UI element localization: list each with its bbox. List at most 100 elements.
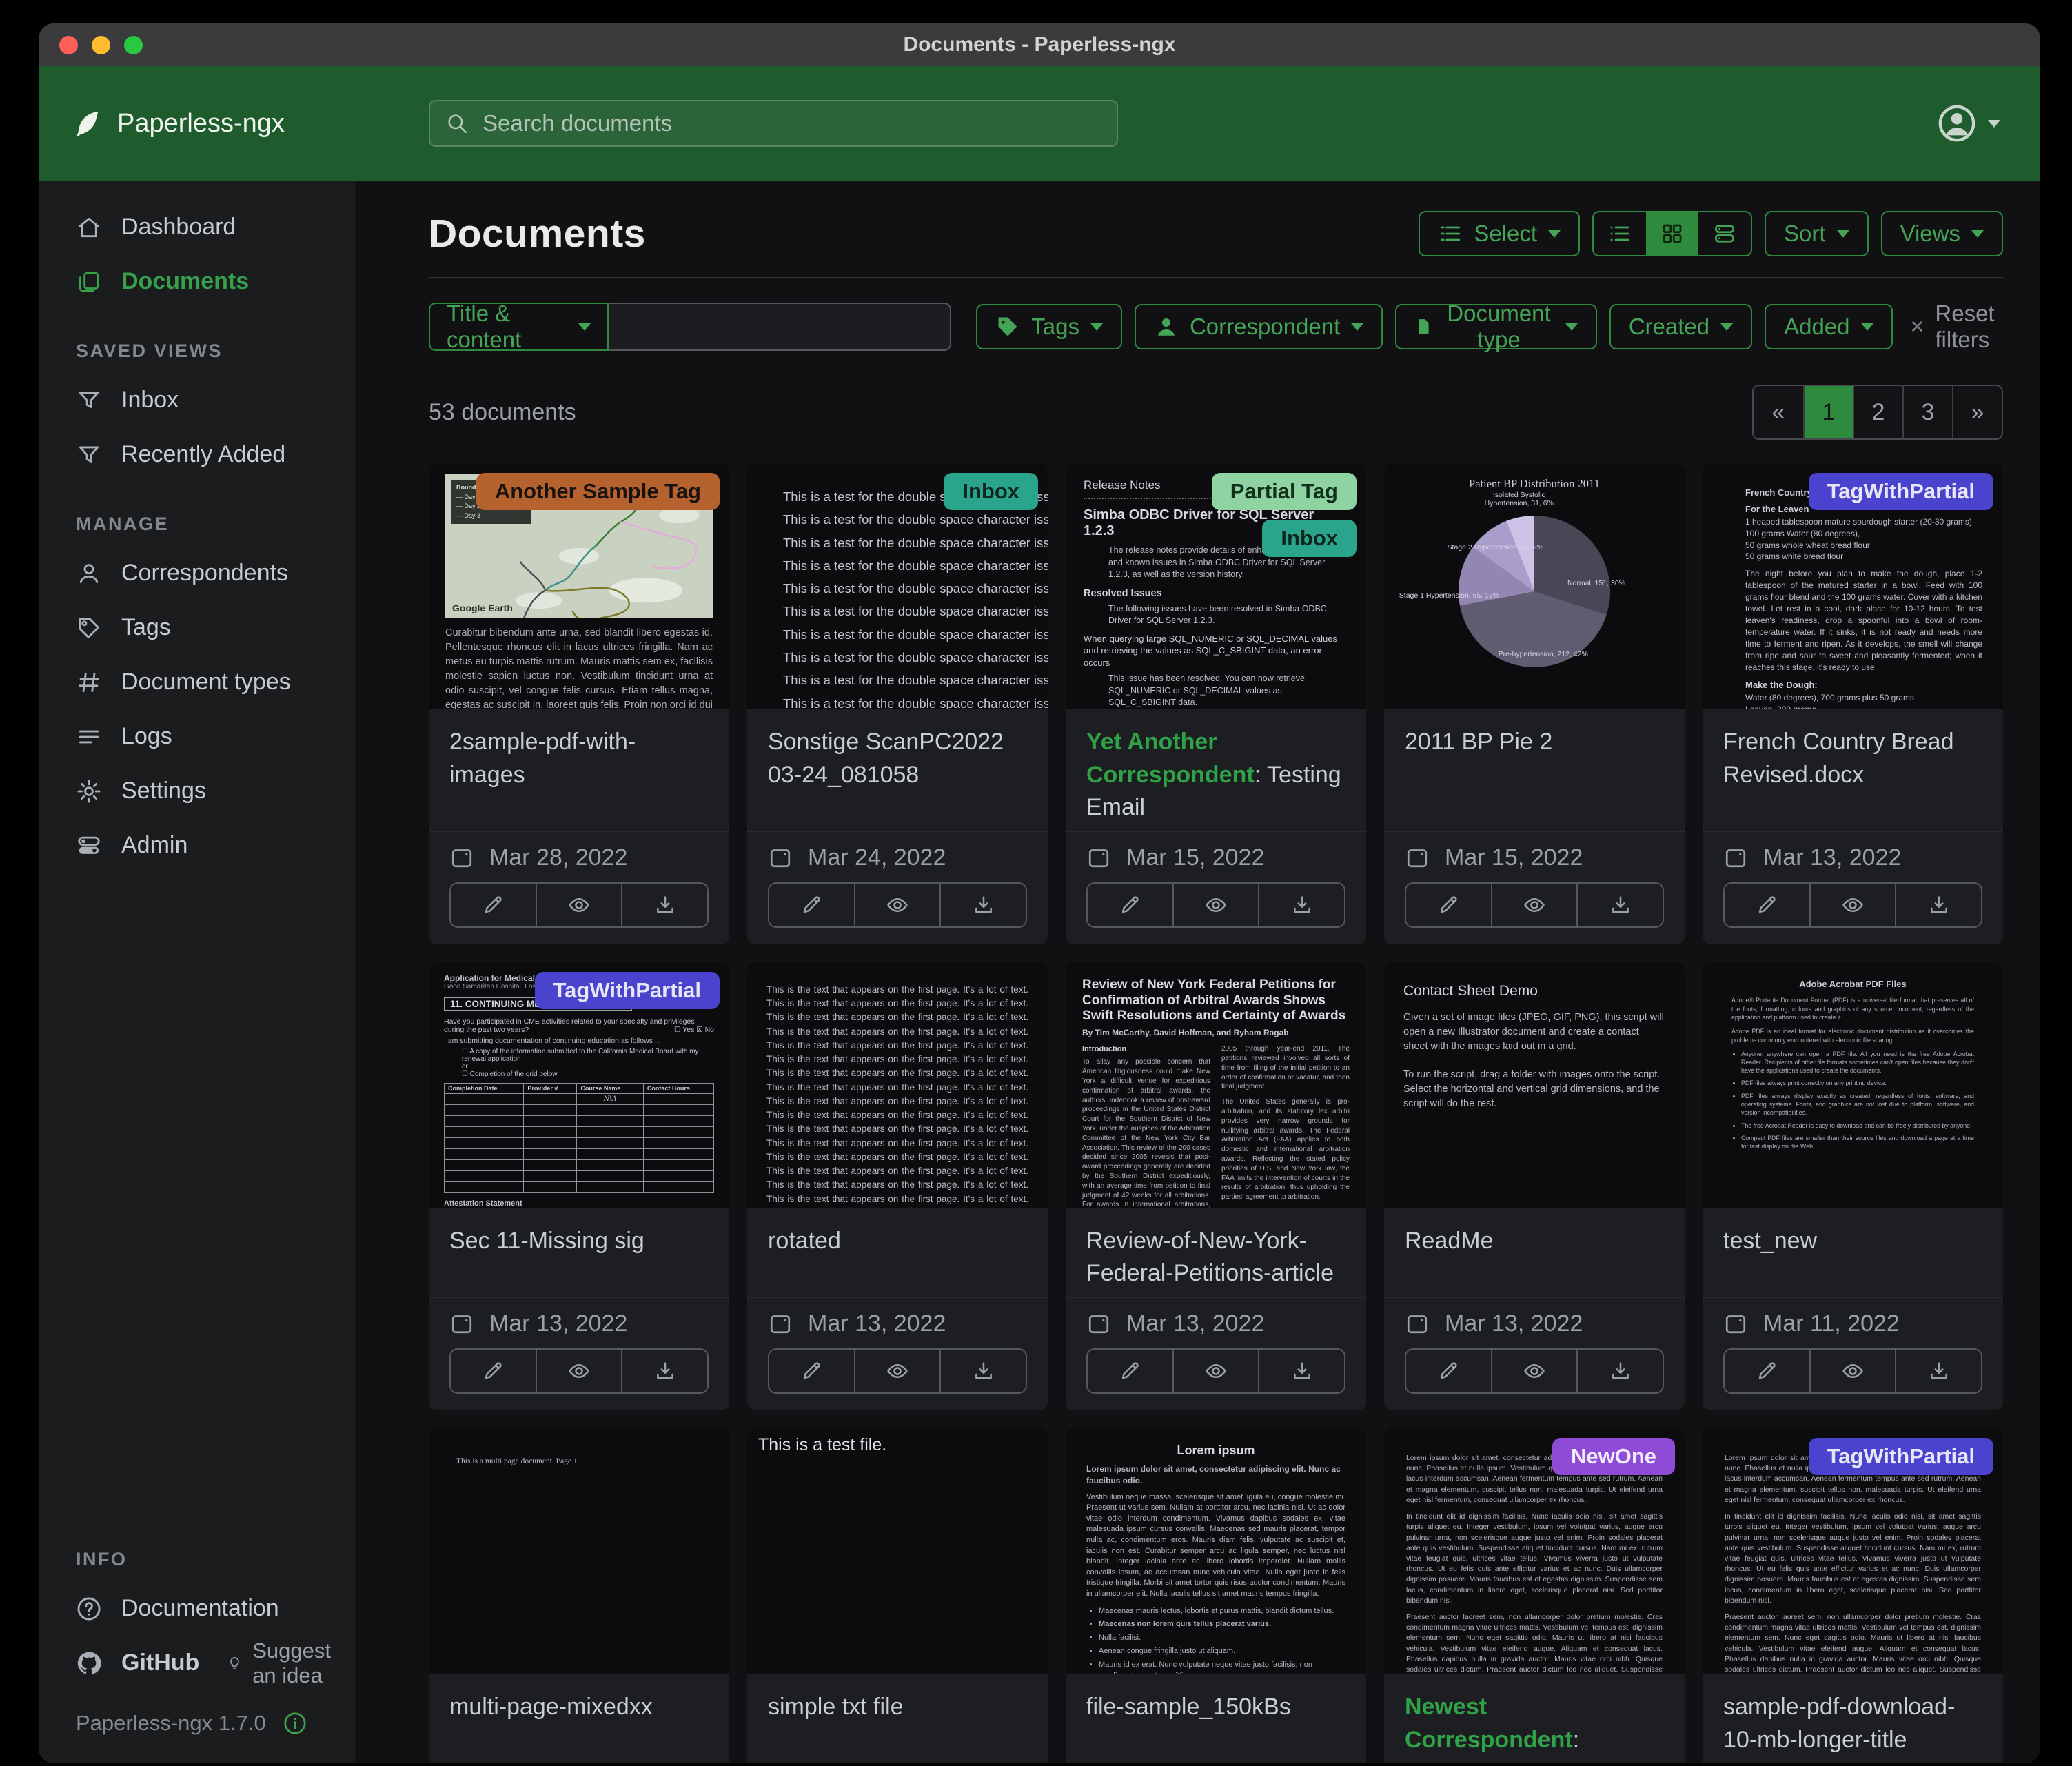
sidebar-item-tags[interactable]: Tags — [39, 600, 356, 655]
sidebar-item-documents[interactable]: Documents — [39, 254, 356, 309]
document-title[interactable]: ReadMe — [1384, 1208, 1685, 1297]
info-circle-icon[interactable] — [283, 1711, 307, 1736]
edit-button[interactable] — [1088, 1350, 1172, 1392]
document-title[interactable]: Sonstige ScanPC2022 03-24_081058 — [747, 709, 1048, 831]
view-button[interactable] — [1172, 1350, 1259, 1392]
document-title[interactable]: test_new — [1703, 1208, 2003, 1297]
close-window-button[interactable] — [59, 36, 78, 54]
pagination-page-3[interactable]: 3 — [1902, 386, 1952, 438]
document-title[interactable]: simple txt file — [747, 1674, 1048, 1763]
download-button[interactable] — [1895, 884, 1981, 926]
document-card[interactable]: This is a test file.simple txt file — [747, 1428, 1048, 1763]
pagination-prev-button[interactable]: « — [1754, 386, 1803, 438]
sidebar-item-document-types[interactable]: Document types — [39, 655, 356, 709]
edit-button[interactable] — [1088, 884, 1172, 926]
document-card[interactable]: Lorem ipsumLorem ipsum dolor sit amet, c… — [1066, 1428, 1366, 1763]
correspondent-filter-button[interactable]: Correspondent — [1135, 304, 1383, 349]
document-title[interactable]: multi-page-mixedxx — [429, 1674, 729, 1763]
sidebar-item-inbox[interactable]: Inbox — [39, 373, 356, 427]
tag-badge[interactable]: Inbox — [944, 473, 1038, 510]
pagination-next-button[interactable]: » — [1952, 386, 2002, 438]
view-button[interactable] — [1491, 884, 1577, 926]
filter-text-input[interactable] — [609, 303, 951, 351]
sidebar-item-recently-added[interactable]: Recently Added — [39, 427, 356, 482]
tag-badge[interactable]: TagWithPartial — [1809, 1438, 1993, 1475]
tags-filter-button[interactable]: Tags — [976, 304, 1122, 349]
download-button[interactable] — [939, 884, 1026, 926]
edit-button[interactable] — [769, 884, 854, 926]
download-button[interactable] — [621, 1350, 707, 1392]
view-button[interactable] — [1809, 1350, 1896, 1392]
sidebar-item-correspondents[interactable]: Correspondents — [39, 546, 356, 600]
search-input[interactable] — [481, 110, 1101, 137]
sidebar-item-github[interactable]: GitHub — [39, 1636, 199, 1690]
sidebar-item-admin[interactable]: Admin — [39, 818, 356, 873]
view-list-button[interactable] — [1594, 212, 1646, 255]
edit-button[interactable] — [769, 1350, 854, 1392]
select-button[interactable]: Select — [1419, 211, 1580, 256]
download-button[interactable] — [621, 884, 707, 926]
view-button[interactable] — [536, 884, 622, 926]
view-detail-button[interactable] — [1698, 212, 1751, 255]
document-card[interactable]: This is a test for the double space char… — [747, 463, 1048, 944]
edit-button[interactable] — [1406, 1350, 1491, 1392]
sidebar-item-logs[interactable]: Logs — [39, 709, 356, 764]
view-grid-button[interactable] — [1646, 212, 1698, 255]
view-button[interactable] — [854, 1350, 940, 1392]
edit-button[interactable] — [451, 884, 536, 926]
document-title[interactable]: file-sample_150kBs — [1066, 1674, 1366, 1763]
reset-filters-button[interactable]: × Reset filters — [1911, 301, 2003, 353]
edit-button[interactable] — [451, 1350, 536, 1392]
document-card[interactable]: Application for Medical Staff MembersGoo… — [429, 962, 729, 1410]
document-title[interactable]: French Country Bread Revised.docx — [1703, 709, 2003, 831]
document-title[interactable]: rotated — [747, 1208, 1048, 1297]
document-card[interactable]: French Country BreadFor the Leaven1 heap… — [1703, 463, 2003, 944]
edit-button[interactable] — [1725, 884, 1809, 926]
document-card[interactable]: Lorem ipsum dolor sit amet, consectetur … — [1703, 1428, 2003, 1763]
download-button[interactable] — [1576, 1350, 1663, 1392]
tag-badge[interactable]: Partial Tag — [1212, 473, 1357, 510]
tag-badge[interactable]: NewOne — [1552, 1438, 1675, 1475]
sidebar-item-suggest-idea[interactable]: Suggest an idea — [227, 1638, 356, 1688]
document-title[interactable]: Yet Another Correspondent: Testing Email — [1066, 709, 1366, 831]
document-card[interactable]: This is the text that appears on the fir… — [747, 962, 1048, 1410]
document-correspondent[interactable]: Yet Another Correspondent — [1086, 729, 1255, 788]
view-button[interactable] — [854, 884, 940, 926]
tag-badge[interactable]: TagWithPartial — [1809, 473, 1993, 510]
tag-badge[interactable]: Inbox — [1262, 520, 1357, 557]
tag-badge[interactable]: TagWithPartial — [535, 972, 720, 1009]
document-card[interactable]: Patient BP Distribution 2011Normal, 151,… — [1384, 463, 1685, 944]
sidebar-item-documentation[interactable]: Documentation — [39, 1581, 356, 1636]
document-card[interactable]: Lorem ipsum dolor sit amet, consectetur … — [1384, 1428, 1685, 1763]
minimize-window-button[interactable] — [92, 36, 110, 54]
view-button[interactable] — [1491, 1350, 1577, 1392]
views-button[interactable]: Views — [1881, 211, 2003, 256]
document-type-filter-button[interactable]: Document type — [1395, 304, 1596, 349]
document-correspondent[interactable]: Newest Correspondent — [1405, 1694, 1573, 1753]
view-button[interactable] — [1809, 884, 1896, 926]
document-title[interactable]: 2sample-pdf-with-images — [429, 709, 729, 831]
download-button[interactable] — [1258, 1350, 1344, 1392]
document-card[interactable]: Release NotesSimba ODBC Driver for SQL S… — [1066, 463, 1366, 944]
sidebar-item-settings[interactable]: Settings — [39, 764, 356, 818]
download-button[interactable] — [1258, 884, 1344, 926]
document-title[interactable]: 2011 BP Pie 2 — [1384, 709, 1685, 831]
sidebar-item-dashboard[interactable]: Dashboard — [39, 200, 356, 254]
view-button[interactable] — [536, 1350, 622, 1392]
edit-button[interactable] — [1406, 884, 1491, 926]
view-button[interactable] — [1172, 884, 1259, 926]
zoom-window-button[interactable] — [124, 36, 143, 54]
document-title[interactable]: sample-pdf-download-10-mb-longer-title — [1703, 1674, 2003, 1763]
download-button[interactable] — [1895, 1350, 1981, 1392]
edit-button[interactable] — [1725, 1350, 1809, 1392]
document-card[interactable]: Boundary Waters Trip— Day 1— Day 2— Day … — [429, 463, 729, 944]
download-button[interactable] — [1576, 884, 1663, 926]
pagination-page-1[interactable]: 1 — [1803, 386, 1853, 438]
document-title[interactable]: Sec 11-Missing sig — [429, 1208, 729, 1297]
download-button[interactable] — [939, 1350, 1026, 1392]
document-title[interactable]: Review-of-New-York-Federal-Petitions-art… — [1066, 1208, 1366, 1297]
tag-badge[interactable]: Another Sample Tag — [476, 473, 720, 510]
created-filter-button[interactable]: Created — [1609, 304, 1752, 349]
user-menu[interactable] — [1937, 103, 2040, 143]
document-card[interactable]: Adobe Acrobat PDF FilesAdobe® Portable D… — [1703, 962, 2003, 1410]
